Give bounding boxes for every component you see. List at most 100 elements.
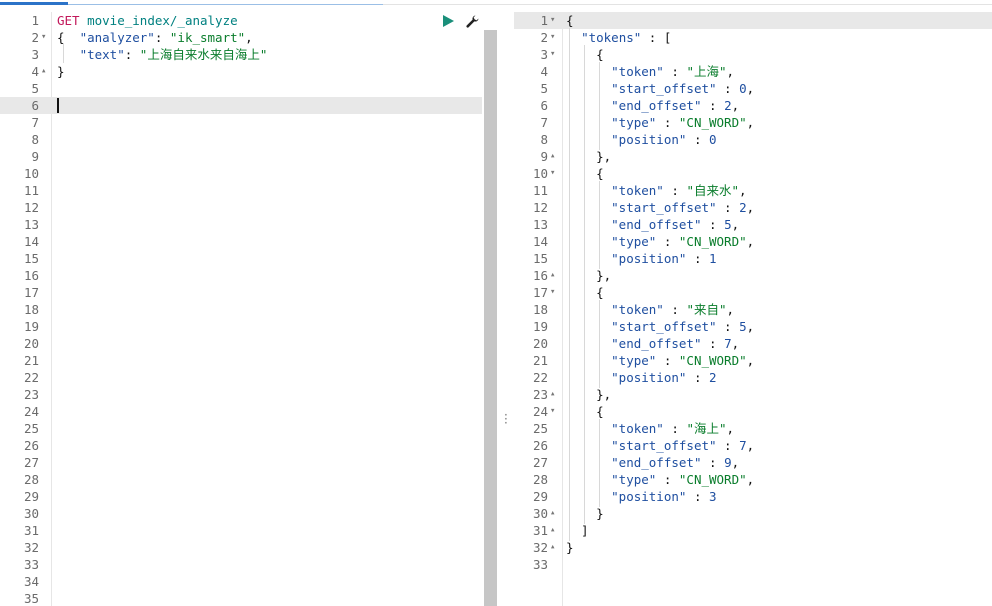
code-line[interactable]: 10 <box>0 165 482 182</box>
code-line[interactable]: 33 <box>0 556 482 573</box>
code-line[interactable]: 21 <box>0 352 482 369</box>
line-number: 13 <box>532 217 548 232</box>
code-line[interactable]: 17 <box>0 284 482 301</box>
json-punctuation: , <box>731 336 740 351</box>
code-line[interactable]: 28 <box>0 471 482 488</box>
line-number: 4 <box>31 64 39 79</box>
response-line: 17 ▾ { <box>514 284 992 301</box>
code-line[interactable]: 5 <box>0 80 482 97</box>
pane-divider[interactable] <box>497 12 514 606</box>
code-line[interactable]: 4 ▴} <box>0 63 482 80</box>
json-text: "start_offset" : 7, <box>566 437 754 454</box>
request-url: movie_index/_analyze <box>87 13 238 28</box>
code-line[interactable]: 30 <box>0 505 482 522</box>
code-line[interactable]: 31 <box>0 522 482 539</box>
fold-arrow-icon[interactable]: ▴ <box>550 505 555 522</box>
response-line: 32 ▴} <box>514 539 992 556</box>
json-key: "tokens" <box>581 30 642 45</box>
code-line[interactable]: 11 <box>0 182 482 199</box>
json-punctuation: [ <box>656 30 672 45</box>
json-punctuation <box>732 319 740 334</box>
response-line: 3 ▾ { <box>514 46 992 63</box>
code-text[interactable]: } <box>57 63 65 80</box>
json-string: "CN_WORD" <box>678 234 747 249</box>
json-text: "start_offset" : 5, <box>566 318 754 335</box>
line-number: 14 <box>532 234 548 249</box>
json-string: "海上" <box>686 421 727 436</box>
json-text: "end_offset" : 7, <box>566 335 739 352</box>
code-line[interactable]: 23 <box>0 386 482 403</box>
fold-arrow-icon[interactable]: ▴ <box>550 267 555 284</box>
code-line[interactable]: 29 <box>0 488 482 505</box>
request-scrollbar[interactable] <box>484 30 497 606</box>
fold-arrow-icon[interactable]: ▾ <box>550 403 555 420</box>
line-number: 23 <box>23 387 39 402</box>
fold-arrow-icon[interactable]: ▴ <box>550 539 555 556</box>
code-line[interactable]: 14 <box>0 233 482 250</box>
fold-arrow-icon[interactable]: ▾ <box>550 284 555 301</box>
play-icon[interactable] <box>443 15 454 27</box>
response-viewer[interactable]: 1 ▾{2 ▾ "tokens" : [3 ▾ {4 "token" : "上海", 5… <box>514 12 992 606</box>
code-line[interactable]: 8 <box>0 131 482 148</box>
code-line[interactable]: 19 <box>0 318 482 335</box>
code-line[interactable]: 2 ▾ { "analyzer": "ik_smart", <box>0 29 482 46</box>
json-text: "end_offset" : 9, <box>566 454 739 471</box>
code-line[interactable]: 3 "text": "上海自来水来自海上" <box>0 46 482 63</box>
code-line[interactable]: 16 <box>0 267 482 284</box>
code-line[interactable]: 6 <box>0 97 482 114</box>
code-line[interactable]: 7 <box>0 114 482 131</box>
json-punctuation <box>701 132 709 147</box>
fold-arrow-icon[interactable]: ▾ <box>550 29 555 46</box>
response-line: 6 "end_offset" : 2, <box>514 97 992 114</box>
json-punctuation: , <box>731 455 740 470</box>
token-text: : <box>154 30 170 45</box>
fold-arrow-icon[interactable]: ▾ <box>550 12 555 29</box>
json-punctuation <box>717 98 725 113</box>
wrench-icon[interactable] <box>466 15 479 28</box>
response-line: 29 "position" : 3 <box>514 488 992 505</box>
code-text[interactable]: { "analyzer": "ik_smart", <box>57 29 253 46</box>
json-key: "type" <box>611 472 657 487</box>
fold-arrow-icon[interactable]: ▴ <box>550 386 555 403</box>
json-text: "token" : "上海", <box>566 63 734 80</box>
json-punctuation: : <box>716 319 732 334</box>
fold-arrow-icon[interactable]: ▾ <box>41 29 46 46</box>
json-punctuation: , <box>746 472 755 487</box>
code-line[interactable]: 9 <box>0 148 482 165</box>
fold-arrow-icon[interactable]: ▾ <box>550 46 555 63</box>
code-line[interactable]: 25 <box>0 420 482 437</box>
response-line: 25 "token" : "海上", <box>514 420 992 437</box>
code-text[interactable]: GET movie_index/_analyze <box>57 12 238 29</box>
code-line[interactable]: 12 <box>0 199 482 216</box>
token-text: , <box>245 30 253 45</box>
json-text: "end_offset" : 5, <box>566 216 739 233</box>
response-line: 20 "end_offset" : 7, <box>514 335 992 352</box>
code-line[interactable]: 15 <box>0 250 482 267</box>
json-punctuation: : <box>663 302 679 317</box>
code-line[interactable]: 24 <box>0 403 482 420</box>
fold-arrow-icon[interactable]: ▴ <box>41 63 46 80</box>
code-line[interactable]: 34 <box>0 573 482 590</box>
response-line: 13 "end_offset" : 5, <box>514 216 992 233</box>
fold-arrow-icon[interactable]: ▴ <box>550 522 555 539</box>
json-number: 5 <box>739 319 747 334</box>
code-line[interactable]: 32 <box>0 539 482 556</box>
json-punctuation <box>701 489 709 504</box>
code-line[interactable]: 35 <box>0 590 482 606</box>
request-method: GET <box>57 13 80 28</box>
drag-handle-icon[interactable]: · · · <box>504 409 508 429</box>
code-line[interactable]: 13 <box>0 216 482 233</box>
code-line[interactable]: 27 <box>0 454 482 471</box>
fold-arrow-icon[interactable]: ▴ <box>550 148 555 165</box>
fold-arrow-icon[interactable]: ▾ <box>550 165 555 182</box>
request-editor[interactable]: 1 GET movie_index/_analyze 2 ▾ { "analyzer":… <box>0 12 482 606</box>
line-number: 31 <box>23 523 39 538</box>
code-text[interactable]: "text": "上海自来水来自海上" <box>57 46 268 63</box>
code-line[interactable]: 22 <box>0 369 482 386</box>
code-line[interactable]: 18 <box>0 301 482 318</box>
json-number: 2 <box>739 200 747 215</box>
code-line[interactable]: 26 <box>0 437 482 454</box>
code-line[interactable]: 20 <box>0 335 482 352</box>
response-line: 16 ▴ }, <box>514 267 992 284</box>
code-line[interactable]: 1 GET movie_index/_analyze <box>0 12 482 29</box>
